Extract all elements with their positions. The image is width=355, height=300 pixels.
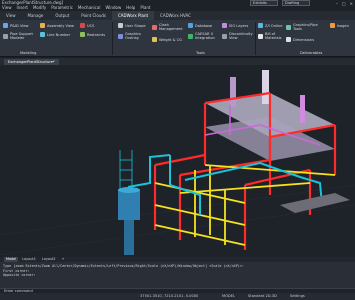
bill-of-materials-button[interactable]: Bill of Materials bbox=[258, 32, 281, 40]
pipe-support-button[interactable]: Pipe Support Modeler bbox=[3, 32, 33, 40]
clash-icon bbox=[152, 24, 157, 30]
menu-window[interactable]: Window bbox=[105, 5, 121, 10]
workspace-select[interactable]: Exhibits bbox=[250, 0, 278, 6]
ribbon-panel: P&ID View Pipe Support Modeler Assembly … bbox=[0, 20, 355, 57]
caesar-icon bbox=[188, 33, 193, 39]
ribbon-tabs: View Manage Output Point Clouds CADWorx … bbox=[0, 11, 355, 20]
command-history-line: Opposite corner: bbox=[3, 273, 36, 277]
vessel-skirt bbox=[124, 220, 134, 255]
group-deliverables-label: Deliverables bbox=[300, 51, 323, 55]
pid-view-button[interactable]: P&ID View bbox=[3, 23, 28, 28]
close-icon[interactable]: × bbox=[350, 1, 353, 6]
ribbon-separator bbox=[255, 22, 256, 55]
storage-vessel bbox=[118, 190, 140, 220]
drafting-select[interactable]: Drafting bbox=[282, 0, 310, 6]
ucs-icon bbox=[80, 23, 85, 28]
pipe-tools-icon bbox=[286, 24, 291, 30]
line-number-icon bbox=[40, 32, 45, 37]
assembly-view-icon bbox=[40, 23, 45, 28]
vessel-column bbox=[262, 70, 269, 104]
status-bar: 37501.3510, 7210.2101, 0.0000 MODEL Stan… bbox=[0, 293, 355, 300]
assembly-view-button[interactable]: Assembly View bbox=[40, 23, 74, 28]
weight-icon bbox=[152, 37, 157, 42]
menu-bar: View Insert Modify Parametric Mechanical… bbox=[2, 5, 150, 10]
tab-view[interactable]: View bbox=[0, 11, 22, 20]
model-space-toggle[interactable]: MODEL bbox=[222, 294, 235, 298]
iso-layers-icon bbox=[222, 23, 227, 28]
ribbon-separator bbox=[112, 22, 113, 55]
vessel-top bbox=[118, 187, 140, 193]
zi-online-button[interactable]: Z/I Online bbox=[258, 23, 282, 28]
discontinuity-icon bbox=[222, 33, 227, 39]
settings-button[interactable]: Settings bbox=[290, 294, 305, 298]
model-viewport[interactable] bbox=[0, 65, 355, 257]
iso-layers-button[interactable]: ISO Layers bbox=[222, 23, 248, 28]
weight-cg-button[interactable]: Weight & CG bbox=[152, 37, 182, 42]
group-tools-label: Tools bbox=[196, 51, 205, 55]
tab-output[interactable]: Output bbox=[49, 11, 75, 20]
ground-grid bbox=[0, 184, 355, 256]
pid-view-icon bbox=[3, 23, 8, 28]
stair-tower bbox=[119, 150, 133, 190]
menu-insert[interactable]: Insert bbox=[17, 5, 28, 10]
discontinuity-view-button[interactable]: Discontinuity View bbox=[222, 32, 253, 40]
tab-manage[interactable]: Manage bbox=[22, 11, 50, 20]
restraints-button[interactable]: Restraints bbox=[80, 32, 105, 37]
maximize-icon[interactable]: □ bbox=[342, 1, 346, 6]
minimize-icon[interactable]: – bbox=[336, 1, 338, 6]
menu-mechanical[interactable]: Mechanical bbox=[78, 5, 101, 10]
coordinates-readout: 37501.3510, 7210.2101, 0.0000 bbox=[140, 294, 199, 298]
menu-modify[interactable]: Modify bbox=[33, 5, 46, 10]
pipe-support-icon bbox=[3, 33, 8, 39]
graphics-overlay-icon bbox=[118, 33, 123, 39]
line-number-button[interactable]: Line Number bbox=[40, 32, 70, 37]
restraints-icon bbox=[80, 32, 85, 37]
caesar-button[interactable]: CAESAR II Integration bbox=[188, 32, 215, 40]
graphics-overlay-button[interactable]: Graphics Overlay bbox=[118, 32, 141, 40]
menu-plant[interactable]: Plant bbox=[140, 5, 150, 10]
command-history: Type [zoom Extents/Zoom All/Center/Dynam… bbox=[0, 262, 355, 288]
user-shape-button[interactable]: User Shape bbox=[118, 23, 146, 28]
graphics-pipe-tools-button[interactable]: Graphics/Pipe Tools bbox=[286, 23, 318, 31]
dimensions-icon bbox=[286, 37, 291, 42]
tab-cadworx-plant[interactable]: CADWorx Plant bbox=[112, 11, 155, 20]
title-bar: ExchangerPlantStructure.dwg] View Insert… bbox=[0, 0, 355, 11]
ucs-button[interactable]: UCS bbox=[80, 23, 94, 28]
vessel-column bbox=[300, 95, 305, 123]
online-icon bbox=[258, 23, 263, 28]
group-modeling-label: Modeling bbox=[20, 51, 37, 55]
tab-cadworx-hvac[interactable]: CADWorx HVAC bbox=[154, 11, 197, 20]
standard-select[interactable]: Standard 2D-3D bbox=[248, 294, 277, 298]
walkway bbox=[280, 193, 350, 213]
vessel-column bbox=[230, 77, 236, 107]
quick-access-toolbar: Exhibits Drafting bbox=[250, 0, 310, 6]
database-icon bbox=[188, 23, 193, 28]
user-shape-icon bbox=[118, 23, 123, 28]
window-controls: – □ × bbox=[336, 1, 353, 6]
tab-point-clouds[interactable]: Point Clouds bbox=[75, 11, 112, 20]
dimensions-button[interactable]: Dimensions bbox=[286, 37, 314, 42]
menu-help[interactable]: Help bbox=[126, 5, 135, 10]
database-button[interactable]: Database bbox=[188, 23, 212, 28]
plant-3d-model bbox=[0, 70, 355, 256]
file-tabs: ExchangerPlantStructure* bbox=[0, 58, 355, 65]
clash-management-button[interactable]: Clash Management bbox=[152, 23, 183, 31]
isogen-icon bbox=[330, 23, 335, 28]
bom-icon bbox=[258, 33, 263, 39]
isogen-button[interactable]: Isogen bbox=[330, 23, 349, 28]
menu-parametric[interactable]: Parametric bbox=[51, 5, 73, 10]
menu-view[interactable]: View bbox=[2, 5, 12, 10]
